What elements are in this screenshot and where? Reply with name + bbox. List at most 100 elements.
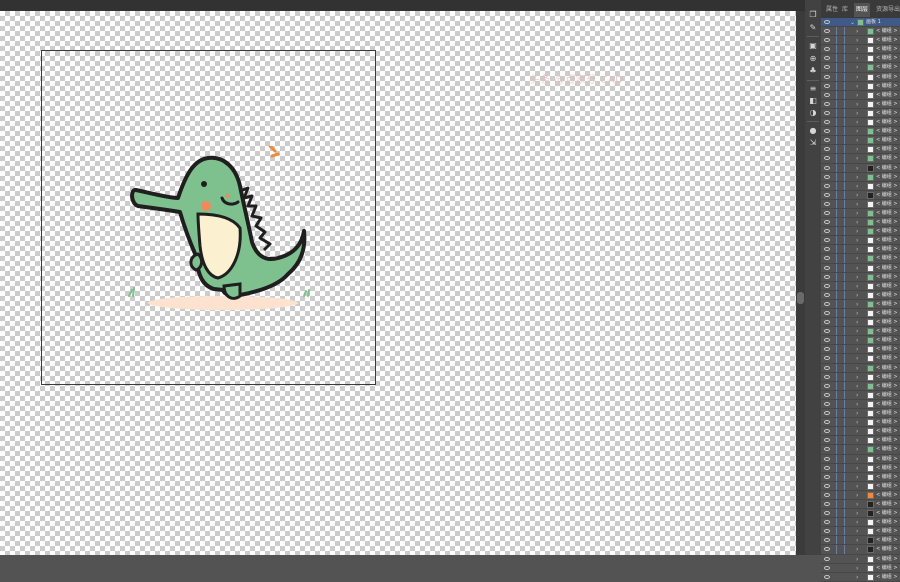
chevron-right-icon[interactable]: ›	[856, 536, 858, 545]
eye-icon[interactable]	[824, 101, 830, 106]
chevron-right-icon[interactable]: ›	[856, 173, 858, 182]
layer-row[interactable]: › < 编组 >	[821, 418, 900, 428]
layer-row[interactable]: › < 编组 >	[821, 527, 900, 537]
layer-row[interactable]: › < 编组 >	[821, 391, 900, 400]
layer-row[interactable]: › < 编组 >	[821, 536, 900, 546]
eye-icon[interactable]	[824, 511, 830, 516]
eye-icon[interactable]	[824, 247, 830, 252]
eye-icon[interactable]	[824, 320, 830, 325]
eye-icon[interactable]	[824, 274, 830, 279]
chevron-right-icon[interactable]: ›	[856, 63, 858, 72]
chevron-right-icon[interactable]: ›	[856, 145, 858, 154]
chevron-right-icon[interactable]: ›	[856, 373, 858, 382]
eye-icon[interactable]	[824, 265, 830, 270]
eye-icon[interactable]	[824, 538, 830, 543]
eye-icon[interactable]	[824, 556, 830, 561]
layer-row[interactable]: › < 编组 >	[821, 518, 900, 528]
layer-row[interactable]: › < 编组 >	[821, 191, 900, 200]
eye-icon[interactable]	[824, 456, 830, 461]
layer-row[interactable]: › < 编组 >	[821, 482, 900, 491]
layer-row[interactable]: › < 编组 >	[821, 336, 900, 346]
eye-icon[interactable]	[824, 38, 830, 43]
eye-icon[interactable]	[824, 547, 830, 552]
layer-row[interactable]: › < 编组 >	[821, 436, 900, 446]
eye-icon[interactable]	[824, 474, 830, 479]
tab-asset-export[interactable]: 资源导出	[876, 3, 900, 17]
layer-row[interactable]: › < 编组 >	[821, 509, 900, 519]
chevron-right-icon[interactable]: ›	[856, 254, 858, 263]
chevron-right-icon[interactable]: ›	[856, 245, 858, 254]
layer-row[interactable]: › < 编组 >	[821, 100, 900, 109]
chevron-right-icon[interactable]: ›	[856, 509, 858, 518]
layer-row[interactable]: › < 编组 >	[821, 227, 900, 237]
layer-row[interactable]: › < 编组 >	[821, 109, 900, 119]
eye-icon[interactable]	[824, 465, 830, 470]
chevron-right-icon[interactable]: ›	[856, 109, 858, 118]
panel-splitter[interactable]	[796, 11, 805, 555]
chevron-right-icon[interactable]: ›	[856, 209, 858, 218]
eye-icon[interactable]	[824, 492, 830, 497]
eye-icon[interactable]	[824, 438, 830, 443]
layer-row[interactable]: › < 编组 >	[821, 245, 900, 255]
eye-icon[interactable]	[824, 383, 830, 388]
eye-icon[interactable]	[824, 520, 830, 525]
gradient-icon[interactable]: ◧	[808, 96, 818, 106]
layer-row[interactable]: › < 编组 >	[821, 145, 900, 155]
layer-row[interactable]: › < 编组 >	[821, 73, 900, 82]
chevron-right-icon[interactable]: ›	[856, 82, 858, 91]
layer-row[interactable]: › < 编组 >	[821, 91, 900, 100]
chevron-right-icon[interactable]: ›	[856, 218, 858, 227]
chevron-right-icon[interactable]: ›	[856, 300, 858, 309]
eye-icon[interactable]	[824, 129, 830, 134]
chevron-right-icon[interactable]: ›	[856, 273, 858, 282]
eye-icon[interactable]	[824, 56, 830, 61]
eye-icon[interactable]	[824, 311, 830, 315]
layer-row[interactable]: › < 编组 >	[821, 27, 900, 37]
eye-icon[interactable]	[824, 65, 830, 70]
layer-row[interactable]: › < 编组 >	[821, 500, 900, 510]
eye-icon[interactable]	[824, 138, 830, 143]
layer-row[interactable]: › < 编组 >	[821, 300, 900, 309]
brush-icon[interactable]: ✎	[808, 23, 818, 33]
artboard[interactable]	[41, 50, 376, 385]
layer-row[interactable]: › < 编组 >	[821, 555, 900, 564]
chevron-right-icon[interactable]: ›	[856, 100, 858, 109]
layer-row[interactable]: › < 编组 >	[821, 36, 900, 46]
chevron-right-icon[interactable]: ›	[856, 518, 858, 527]
chevron-right-icon[interactable]: ›	[856, 354, 858, 363]
chevron-right-icon[interactable]: ›	[856, 336, 858, 345]
document-canvas[interactable]: 头条 @百家号 CAD	[0, 11, 796, 555]
eye-icon[interactable]	[824, 183, 830, 188]
layer-row[interactable]: › < 编组 >	[821, 364, 900, 373]
eye-icon[interactable]	[824, 110, 830, 115]
eye-icon[interactable]	[824, 256, 830, 261]
eye-icon[interactable]	[824, 574, 830, 579]
layer-row[interactable]: › < 编组 >	[821, 209, 900, 219]
chevron-right-icon[interactable]: ›	[856, 327, 858, 336]
eye-icon[interactable]	[824, 47, 830, 52]
eye-icon[interactable]	[824, 329, 830, 334]
layers-icon[interactable]: ❐	[808, 10, 818, 20]
eye-icon[interactable]	[824, 165, 830, 170]
layer-row[interactable]: › < 编组 >	[821, 464, 900, 473]
shape-icon[interactable]: ▣	[808, 41, 818, 51]
layer-row[interactable]: › < 编组 >	[821, 491, 900, 500]
chevron-right-icon[interactable]: ›	[856, 400, 858, 409]
chevron-right-icon[interactable]: ›	[856, 527, 858, 536]
chevron-right-icon[interactable]: ›	[856, 345, 858, 354]
chevron-right-icon[interactable]: ›	[856, 164, 858, 173]
eye-icon[interactable]	[824, 238, 830, 243]
chevron-right-icon[interactable]: ›	[856, 54, 858, 63]
chevron-right-icon[interactable]: ›	[856, 291, 858, 300]
layer-row[interactable]: › < 编组 >	[821, 273, 900, 282]
layer-row[interactable]: › < 编组 >	[821, 455, 900, 464]
collapse-handle[interactable]	[797, 292, 804, 304]
chevron-right-icon[interactable]: ›	[856, 555, 858, 564]
layer-row[interactable]: › < 编组 >	[821, 63, 900, 73]
chevron-right-icon[interactable]: ›	[856, 500, 858, 509]
layer-row[interactable]: › < 编组 >	[821, 118, 900, 128]
tab-layers[interactable]: 图层	[854, 3, 871, 17]
color-icon[interactable]: ♣	[808, 66, 818, 76]
chevron-right-icon[interactable]: ›	[856, 545, 858, 554]
chevron-right-icon[interactable]: ›	[856, 154, 858, 163]
